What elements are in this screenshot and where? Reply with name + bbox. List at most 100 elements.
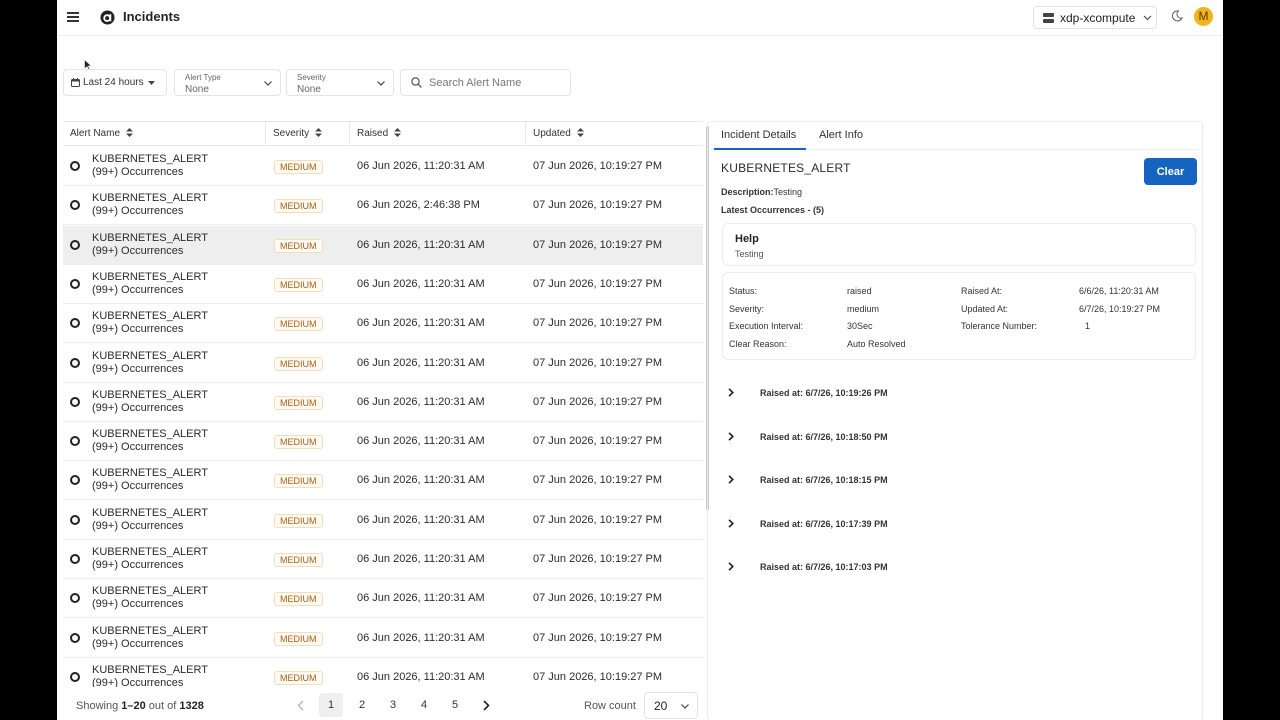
table-row[interactable]: KUBERNETES_ALERT (99+) Occurrences MEDIUM 0… [63, 579, 703, 619]
table-row[interactable]: KUBERNETES_ALERT (99+) Occurrences MEDIUM 0… [63, 619, 703, 658]
page-1-button[interactable]: 1 [319, 693, 343, 717]
occurrence-item[interactable]: Raised at: 6/7/26, 10:19:26 PM [728, 386, 1128, 402]
chevron-right-icon [728, 518, 734, 528]
table-row[interactable]: KUBERNETES_ALERT (99+) Occurrences MEDIUM 0… [63, 304, 703, 344]
page-title: Incidents [123, 9, 181, 24]
severity-badge: MEDIUM [274, 238, 323, 253]
table-row[interactable]: KUBERNETES_ALERT (99+) Occurrences MEDIUM 0… [63, 461, 703, 501]
table-row[interactable]: KUBERNETES_ALERT (99+) Occurrences MEDIUM 0… [63, 265, 703, 304]
app-window: Incidents xdp-xcompute M Last 24 hours A… [57, 0, 1223, 720]
tab-alert-info[interactable]: Alert Info [819, 129, 863, 141]
user-avatar[interactable]: M [1194, 7, 1213, 26]
clear-reason-value: Auto Resolved [847, 339, 906, 349]
raised-time: 06 Jun 2026, 11:20:31 AM [357, 513, 485, 526]
table-row[interactable]: KUBERNETES_ALERT (99+) Occurrences MEDIUM 0… [63, 344, 703, 383]
execution-interval-value: 30Sec [847, 321, 873, 331]
column-header-raised[interactable]: Raised [350, 122, 526, 146]
severity-badge: MEDIUM [274, 513, 323, 528]
occurrence-count: (99+) Occurrences [92, 401, 184, 414]
alert-name: KUBERNETES_ALERT [92, 428, 208, 441]
row-radio-button[interactable] [70, 632, 80, 643]
updated-time: 07 Jun 2026, 10:19:27 PM [533, 631, 663, 644]
clear-button[interactable]: Clear [1144, 158, 1197, 185]
alert-type-filter[interactable]: Alert Type None [174, 69, 281, 96]
column-header-severity[interactable]: Severity [266, 122, 350, 146]
search-input[interactable] [429, 76, 569, 89]
row-radio-button[interactable] [70, 278, 80, 289]
dark-mode-toggle-icon[interactable] [1171, 10, 1183, 22]
row-radio-button[interactable] [70, 514, 80, 525]
cluster-selector[interactable]: xdp-xcompute [1033, 6, 1157, 29]
column-header-alert-name[interactable]: Alert Name [63, 122, 266, 146]
row-radio-button[interactable] [70, 475, 80, 486]
page-4-button[interactable]: 4 [412, 693, 436, 717]
occurrence-count: (99+) Occurrences [92, 480, 184, 493]
next-page-button[interactable] [474, 693, 498, 717]
table-row[interactable]: KUBERNETES_ALERT (99+) Occurrences MEDIUM 0… [63, 658, 703, 687]
severity-label: Severity: [729, 304, 765, 314]
table-row[interactable]: KUBERNETES_ALERT (99+) Occurrences MEDIUM 0… [63, 501, 703, 540]
tolerance-number-label: Tolerance Number: [961, 321, 1038, 331]
search-box[interactable] [400, 69, 571, 96]
occurrence-item[interactable]: Raised at: 6/7/26, 10:17:03 PM [728, 560, 1128, 576]
execution-interval-label: Execution Interval: [729, 321, 804, 331]
calendar-icon [71, 78, 80, 87]
table-row[interactable]: KUBERNETES_ALERT (99+) Occurrences MEDIUM 0… [63, 422, 703, 462]
row-radio-button[interactable] [70, 161, 80, 171]
sort-icon [126, 128, 134, 137]
page-5-button[interactable]: 5 [443, 693, 467, 717]
table-row[interactable]: KUBERNETES_ALERT (99+) Occurrences MEDIUM 0… [63, 383, 703, 422]
occurrence-item[interactable]: Raised at: 6/7/26, 10:17:39 PM [728, 517, 1128, 533]
raised-time: 06 Jun 2026, 2:46:38 PM [357, 199, 480, 212]
column-header-label: Alert Name [70, 128, 121, 139]
updated-time: 07 Jun 2026, 10:19:27 PM [533, 670, 663, 683]
hamburger-menu-icon[interactable] [67, 10, 79, 24]
updated-at-label: Updated At: [961, 304, 1009, 314]
raised-time: 06 Jun 2026, 11:20:31 AM [357, 631, 485, 644]
occurrence-count: (99+) Occurrences [92, 598, 184, 611]
table-row[interactable]: KUBERNETES_ALERT (99+) Occurrences MEDIUM 0… [63, 186, 703, 226]
severity-badge: MEDIUM [274, 356, 323, 371]
row-radio-button[interactable] [70, 239, 80, 250]
updated-time: 07 Jun 2026, 10:19:27 PM [533, 435, 663, 448]
top-bar: Incidents xdp-xcompute M [57, 0, 1223, 36]
occurrence-raised-at: Raised at: 6/7/26, 10:18:50 PM [760, 431, 888, 442]
occurrence-count: (99+) Occurrences [92, 244, 184, 257]
table-row[interactable]: KUBERNETES_ALERT (99+) Occurrences MEDIUM 0… [63, 147, 703, 186]
severity-badge: MEDIUM [274, 474, 323, 489]
severity-badge: MEDIUM [274, 160, 323, 174]
severity-badge: MEDIUM [274, 395, 323, 410]
row-radio-button[interactable] [70, 200, 80, 211]
severity-badge: MEDIUM [274, 317, 323, 332]
row-radio-button[interactable] [70, 357, 80, 368]
active-tab-indicator [714, 148, 806, 150]
row-radio-button[interactable] [70, 671, 80, 682]
occurrence-item[interactable]: Raised at: 6/7/26, 10:18:50 PM [728, 430, 1128, 446]
table-row[interactable]: KUBERNETES_ALERT (99+) Occurrences MEDIUM 0… [63, 540, 703, 579]
row-radio-button[interactable] [70, 318, 80, 329]
occurrence-raised-at: Raised at: 6/7/26, 10:17:03 PM [760, 562, 888, 572]
help-title: Help [735, 233, 759, 245]
chevron-right-icon [728, 431, 734, 441]
alert-name: KUBERNETES_ALERT [92, 349, 208, 362]
severity-filter[interactable]: Severity None [286, 69, 394, 96]
alert-name: KUBERNETES_ALERT [92, 192, 208, 205]
row-radio-button[interactable] [70, 554, 80, 564]
date-range-filter[interactable]: Last 24 hours [63, 69, 167, 96]
page-3-button[interactable]: 3 [381, 693, 405, 717]
row-radio-button[interactable] [70, 593, 80, 604]
occurrence-count: (99+) Occurrences [92, 205, 184, 218]
table-row[interactable]: KUBERNETES_ALERT (99+) Occurrences MEDIUM 0… [63, 225, 703, 265]
row-radio-button[interactable] [70, 436, 80, 447]
row-radio-button[interactable] [70, 396, 80, 407]
column-header-updated[interactable]: Updated [526, 122, 703, 146]
severity-badge: MEDIUM [274, 631, 323, 646]
tab-incident-details[interactable]: Incident Details [721, 129, 796, 141]
page-2-button[interactable]: 2 [350, 693, 374, 717]
row-count-select[interactable]: 20 [644, 692, 698, 719]
occurrence-item[interactable]: Raised at: 6/7/26, 10:18:15 PM [728, 473, 1128, 489]
cluster-name: xdp-xcompute [1060, 10, 1136, 25]
occurrence-count: (99+) Occurrences [92, 166, 184, 178]
prev-page-button[interactable] [288, 693, 312, 717]
page-list: 12345 [319, 693, 474, 717]
